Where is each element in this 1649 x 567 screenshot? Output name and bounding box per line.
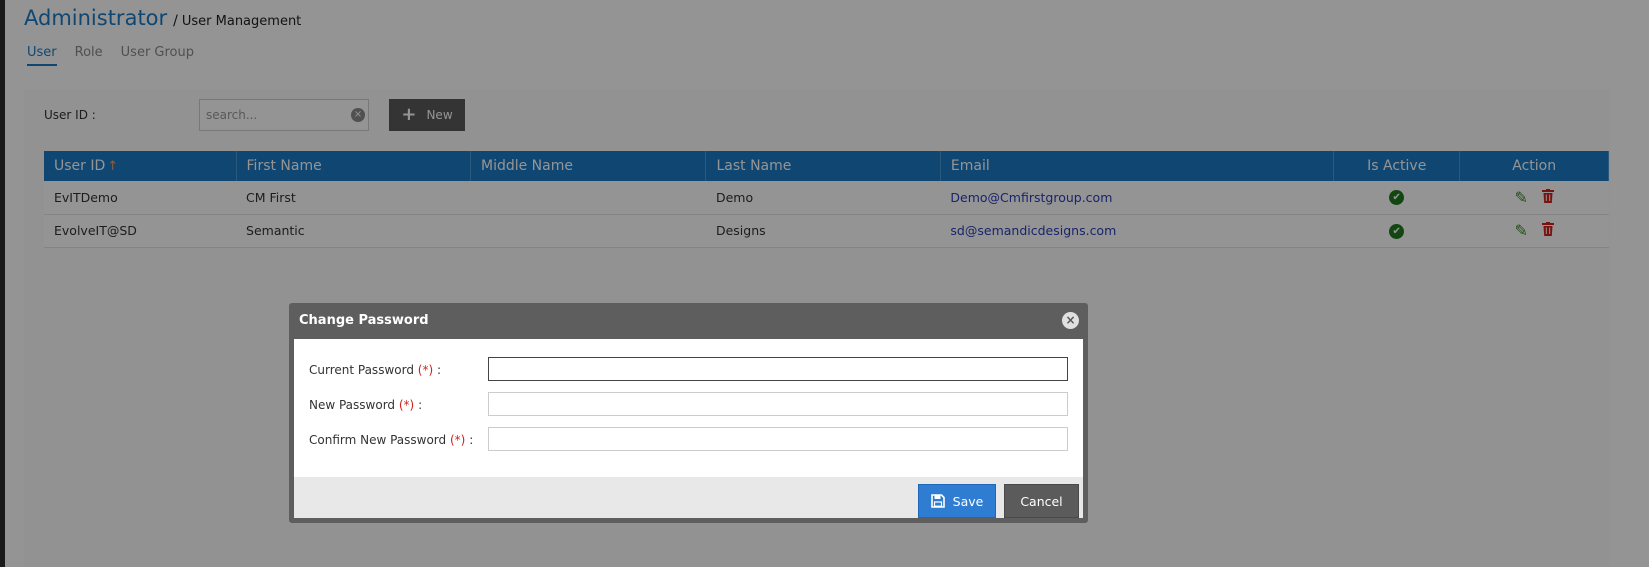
required-marker: (*) — [449, 433, 466, 447]
dialog-title: Change Password — [299, 313, 429, 328]
current-password-label: Current Password (*) : — [309, 363, 442, 377]
change-password-dialog: Change Password × Current Password (*) :… — [289, 303, 1088, 523]
required-marker: (*) — [417, 363, 434, 377]
current-password-field[interactable] — [488, 357, 1068, 381]
confirm-password-label: Confirm New Password (*) : — [309, 433, 474, 447]
new-password-field[interactable] — [488, 392, 1068, 416]
dialog-header: Change Password × — [289, 303, 1088, 338]
confirm-password-field[interactable] — [488, 427, 1068, 451]
dialog-body: Current Password (*) : New Password (*) … — [294, 339, 1083, 477]
save-button-label: Save — [952, 493, 984, 509]
cancel-button[interactable]: Cancel — [1004, 484, 1079, 518]
required-marker: (*) — [398, 398, 415, 412]
dialog-footer: Save Cancel — [294, 477, 1083, 518]
new-password-label: New Password (*) : — [309, 398, 423, 412]
save-button[interactable]: Save — [918, 484, 996, 518]
close-icon[interactable]: × — [1062, 312, 1079, 329]
floppy-disk-icon — [930, 494, 945, 508]
app-root: Administrator / User Management User Rol… — [0, 0, 1649, 567]
